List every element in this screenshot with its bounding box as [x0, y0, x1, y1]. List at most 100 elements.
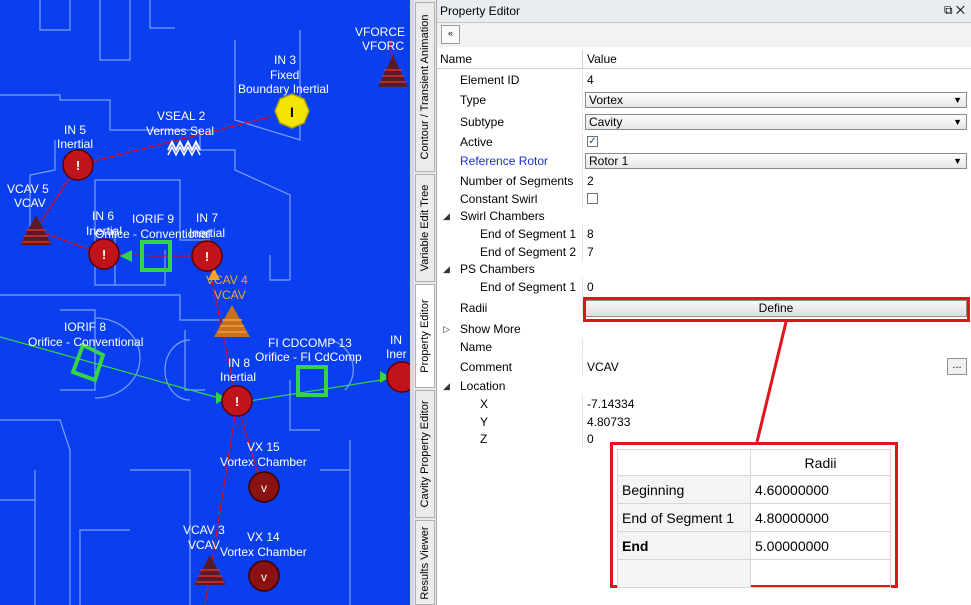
network-diagram[interactable]: ! ! ! ! v v I — [0, 0, 410, 605]
vforce-cone-symbol[interactable] — [378, 55, 408, 87]
svg-text:!: ! — [102, 247, 106, 262]
column-header-value[interactable]: Value — [583, 50, 971, 69]
row-ps-end-segment-1[interactable]: End of Segment 1 0 — [437, 278, 971, 296]
tab-contour-transient-animation[interactable]: Contour / Transient Animation — [415, 2, 435, 172]
radius-cell[interactable]: 4.80000000 — [750, 503, 891, 532]
prop-value[interactable]: 0 — [587, 430, 594, 448]
row-label: End — [617, 531, 751, 560]
prop-name: Radii — [460, 301, 488, 315]
table-row[interactable]: Beginning 4.60000000 — [617, 475, 891, 504]
row-element-id[interactable]: Element ID 4 — [437, 71, 971, 89]
canvas-label: Boundary Inertial — [238, 82, 329, 96]
canvas-label: IN 5 — [64, 123, 87, 137]
prop-name: Name — [460, 340, 493, 354]
column-header-name[interactable]: Name — [437, 50, 583, 69]
vortex-vx14-node[interactable]: v — [248, 560, 280, 592]
expand-triangle-icon[interactable]: ◢ — [443, 207, 450, 225]
constant-swirl-checkbox[interactable] — [587, 193, 598, 204]
tab-label: Cavity Property Editor — [419, 400, 431, 508]
row-location[interactable]: ◢ Location — [437, 377, 971, 395]
row-x[interactable]: X -7.14334 — [437, 395, 971, 413]
canvas-label: IN 7 — [196, 211, 219, 225]
radii-popup[interactable]: Radii Beginning 4.60000000 End of Segmen… — [610, 442, 898, 588]
row-type[interactable]: Type Vortex ▼ — [437, 91, 971, 109]
tab-results-viewer[interactable]: Results Viewer — [415, 520, 435, 605]
network-canvas[interactable]: ! ! ! ! v v I VFORCE VFORC IN 3 Fixed Bo… — [0, 0, 410, 605]
tab-label: Variable Edit Tree — [419, 184, 431, 272]
table-row[interactable]: End 5.00000000 — [617, 531, 891, 560]
prop-value[interactable]: 7 — [587, 243, 594, 261]
row-constant-swirl[interactable]: Constant Swirl — [437, 190, 971, 208]
row-swirl-end-segment-2[interactable]: End of Segment 2 7 — [437, 243, 971, 261]
collapse-button[interactable]: « — [441, 25, 460, 44]
table-row[interactable] — [617, 559, 891, 588]
expand-triangle-icon[interactable]: ◢ — [443, 260, 450, 278]
prop-value[interactable]: 0 — [587, 278, 594, 296]
prop-value[interactable]: 4.80733 — [587, 413, 630, 431]
row-subtype[interactable]: Subtype Cavity ▼ — [437, 113, 971, 131]
comment-edit-button[interactable]: ... — [947, 358, 967, 375]
vermes-seal-symbol[interactable] — [167, 139, 201, 157]
canvas-label: IORIF 8 — [64, 320, 107, 334]
inertial-in7-node[interactable]: ! — [191, 240, 223, 272]
row-label: End of Segment 1 — [617, 503, 751, 532]
expand-triangle-icon[interactable]: ▷ — [443, 320, 450, 338]
row-comment[interactable]: Comment VCAV ... — [437, 358, 971, 376]
row-y[interactable]: Y 4.80733 — [437, 413, 971, 431]
fixed-boundary-in3-node[interactable]: I — [274, 93, 310, 129]
prop-name: Active — [460, 135, 493, 149]
inertial-in8-node[interactable]: ! — [221, 385, 253, 417]
panel-titlebar: Property Editor ⧉ ✕ — [437, 0, 971, 23]
vcav5-cone-symbol[interactable] — [20, 215, 52, 245]
prop-value[interactable]: 2 — [587, 172, 594, 190]
tab-label: Contour / Transient Animation — [419, 14, 431, 160]
radius-cell[interactable]: 5.00000000 — [750, 531, 891, 560]
vcav3-cone-symbol[interactable] — [194, 555, 226, 585]
dropdown-value: Vortex — [589, 93, 624, 107]
active-checkbox[interactable]: ✓ — [587, 136, 598, 147]
inertial-right-node[interactable] — [386, 361, 410, 393]
row-swirl-end-segment-1[interactable]: End of Segment 1 8 — [437, 225, 971, 243]
row-show-more[interactable]: ▷ Show More — [437, 320, 971, 338]
dropdown-value: Rotor 1 — [589, 154, 629, 168]
row-swirl-chambers[interactable]: ◢ Swirl Chambers — [437, 207, 971, 225]
row-ps-chambers[interactable]: ◢ PS Chambers — [437, 260, 971, 278]
row-active[interactable]: Active ✓ — [437, 133, 971, 151]
prop-value[interactable]: 8 — [587, 225, 594, 243]
vcav4-cone-symbol[interactable] — [214, 305, 250, 337]
canvas-label: Vermes Seal — [146, 124, 215, 138]
canvas-label: VX 14 — [247, 530, 280, 544]
canvas-label: Iner — [386, 347, 407, 361]
prop-name: Swirl Chambers — [460, 209, 545, 223]
tab-variable-edit-tree[interactable]: Variable Edit Tree — [415, 174, 435, 282]
radius-cell[interactable]: 4.60000000 — [750, 475, 891, 504]
canvas-label: VCAV — [14, 196, 46, 210]
row-name[interactable]: Name — [437, 338, 971, 356]
type-dropdown[interactable]: Vortex ▼ — [585, 92, 967, 108]
tab-cavity-property-editor[interactable]: Cavity Property Editor — [415, 390, 435, 518]
orifice-iorif8-symbol[interactable] — [70, 342, 106, 383]
prop-value[interactable]: -7.14334 — [587, 395, 634, 413]
prop-value: 4 — [587, 73, 594, 87]
tab-property-editor[interactable]: Property Editor — [415, 284, 435, 388]
row-reference-rotor[interactable]: Reference Rotor Rotor 1 ▼ — [437, 152, 971, 170]
subtype-dropdown[interactable]: Cavity ▼ — [585, 114, 967, 130]
canvas-label: IN 6 — [92, 209, 115, 223]
svg-text:!: ! — [76, 158, 80, 173]
inertial-in5-node[interactable]: ! — [62, 149, 94, 181]
radius-cell[interactable] — [750, 559, 891, 588]
reference-rotor-dropdown[interactable]: Rotor 1 ▼ — [585, 153, 967, 169]
table-corner — [617, 449, 751, 476]
window-buttons[interactable]: ⧉ ✕ — [944, 3, 965, 18]
chevron-down-icon: ▼ — [953, 156, 962, 166]
table-row[interactable]: End of Segment 1 4.80000000 — [617, 503, 891, 532]
row-number-of-segments[interactable]: Number of Segments 2 — [437, 172, 971, 190]
prop-name[interactable]: Reference Rotor — [460, 152, 548, 170]
prop-name: End of Segment 1 — [480, 227, 577, 241]
vortex-vx15-node[interactable]: v — [248, 471, 280, 503]
canvas-label: FI CDCOMP 13 — [268, 336, 352, 350]
panel-title: Property Editor — [440, 4, 521, 18]
inertial-in6-node[interactable]: ! — [88, 238, 120, 270]
expand-triangle-icon[interactable]: ◢ — [443, 377, 450, 395]
prop-value[interactable]: VCAV — [587, 358, 619, 376]
